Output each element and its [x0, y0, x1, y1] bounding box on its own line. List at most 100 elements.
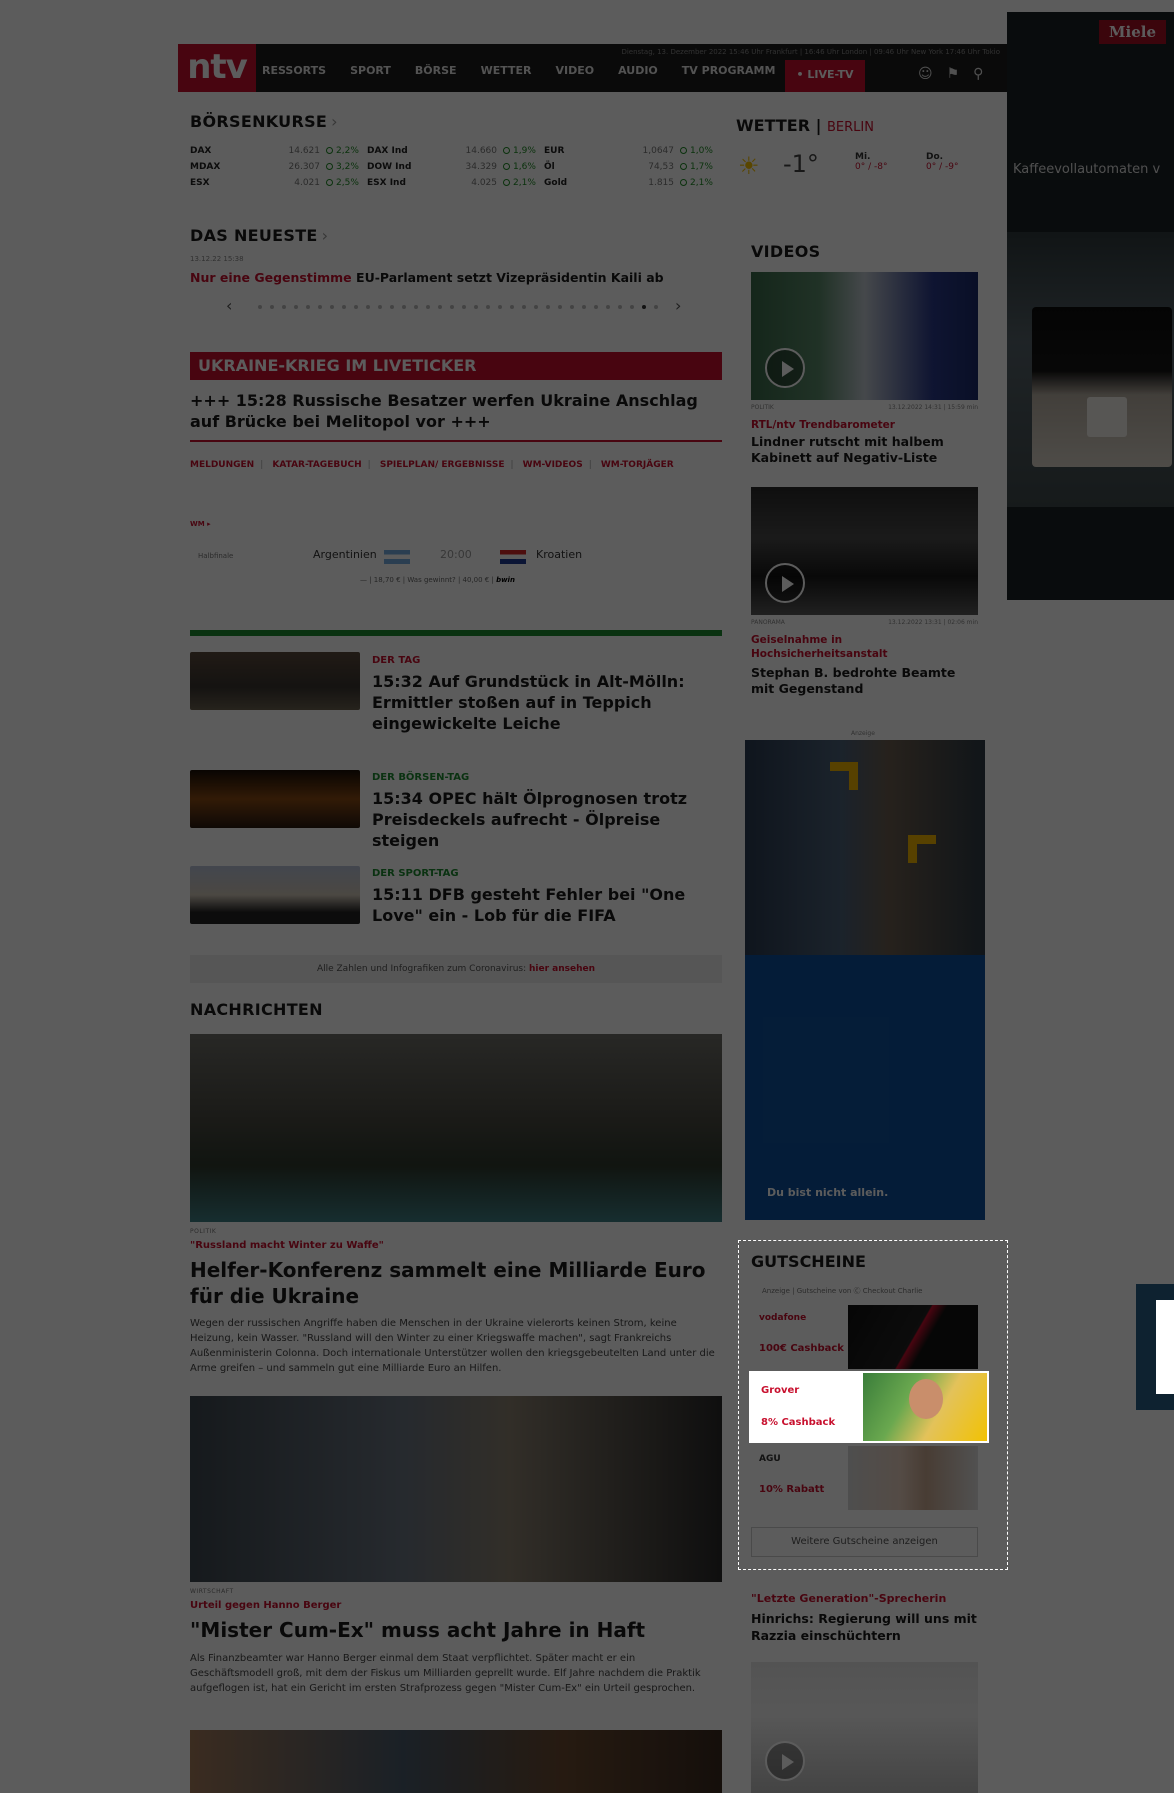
article-title[interactable]: Hinrichs: Regierung will uns mit Razzia … — [751, 1610, 978, 1644]
search-icon[interactable]: ⚲ — [973, 66, 983, 82]
nav-menu: RESSORTS SPORT BÖRSE WETTER VIDEO AUDIO … — [262, 64, 799, 77]
match-stage: Halbfinale — [198, 552, 234, 560]
side-advertisement[interactable]: Miele Kaffeevollautomaten v — [1007, 12, 1174, 600]
stock-change: 2,1% — [513, 178, 536, 188]
bell-icon[interactable]: ⚑ — [947, 66, 960, 82]
stock-name[interactable]: MDAX — [190, 162, 268, 172]
stock-name[interactable]: EUR — [544, 146, 622, 156]
teaser-image[interactable] — [190, 770, 360, 828]
stock-name[interactable]: DAX — [190, 146, 268, 156]
stock-name[interactable]: ESX — [190, 178, 268, 188]
link-meldungen[interactable]: MELDUNGEN — [190, 460, 254, 470]
nav-item-tv-programm[interactable]: TV PROGRAMM — [682, 64, 776, 77]
bookie-logo: bwin — [496, 576, 515, 584]
video-thumbnail[interactable] — [751, 487, 978, 615]
teaser-kicker[interactable]: DER BÖRSEN-TAG — [372, 772, 469, 783]
ntv-logo[interactable]: ntv — [178, 44, 256, 92]
link-spielplan[interactable]: SPIELPLAN/ ERGEBNISSE — [380, 460, 505, 470]
teaser-kicker[interactable]: DER SPORT-TAG — [372, 868, 459, 879]
video-thumbnail[interactable] — [751, 1662, 978, 1793]
stock-row: MDAX 26.307 3,2% DOW Ind 34.329 1,6% Öl 74,53… — [190, 159, 721, 175]
video-title[interactable]: Lindner rutscht mit halbem Kabinett auf … — [751, 434, 978, 466]
neueste-heading[interactable]: DAS NEUESTE › — [190, 226, 328, 245]
match-widget[interactable]: Halbfinale Argentinien 20:00 Kroatien — [190, 548, 722, 570]
teaser-image[interactable] — [190, 652, 360, 710]
nav-item-video[interactable]: VIDEO — [555, 64, 594, 77]
article-image[interactable] — [190, 1730, 722, 1793]
nav-item-sport[interactable]: SPORT — [350, 64, 391, 77]
teaser-title[interactable]: 15:11 DFB gesteht Fehler bei "One Love" … — [372, 884, 707, 926]
corona-link[interactable]: hier ansehen — [529, 964, 595, 974]
tooltip-popup-edge — [1136, 1284, 1174, 1410]
stock-value: 26.307 — [288, 162, 321, 172]
stock-row: ESX 4.021 2,5% ESX Ind 4.025 2,1% Gold 1.815 2… — [190, 175, 721, 191]
stock-value: 1,0647 — [642, 146, 675, 156]
article-kicker[interactable]: Urteil gegen Hanno Berger — [190, 1600, 341, 1611]
stock-name[interactable]: Gold — [544, 178, 622, 188]
nav-item-ressorts[interactable]: RESSORTS — [262, 64, 326, 77]
trend-up-icon — [326, 147, 333, 154]
video-thumbnail[interactable] — [751, 272, 978, 400]
stock-change: 1,0% — [690, 146, 713, 156]
nav-item-audio[interactable]: AUDIO — [618, 64, 658, 77]
teaser-title[interactable]: 15:34 OPEC hält Ölprognosen trotz Preisd… — [372, 788, 707, 851]
news-timestamp: 13.12.22 15:38 — [190, 255, 244, 263]
stock-name[interactable]: DOW Ind — [367, 162, 445, 172]
article-title[interactable]: Helfer-Konferenz sammelt eine Milliarde … — [190, 1257, 722, 1309]
stock-change: 2,1% — [690, 178, 713, 188]
link-katar-tagebuch[interactable]: KATAR-TAGEBUCH — [272, 460, 361, 470]
stock-name[interactable]: ESX Ind — [367, 178, 445, 188]
wm-label[interactable]: WM ▸ — [190, 520, 211, 528]
betting-odds[interactable]: — | 18,70 € | Was gewinnt? | 40,00 € | b… — [360, 576, 515, 584]
article-title[interactable]: "Mister Cum-Ex" muss acht Jahre in Haft — [190, 1617, 722, 1643]
trend-up-icon — [503, 163, 510, 170]
user-icon[interactable]: ☺ — [918, 66, 933, 82]
forecast-day-label: Do. — [926, 152, 944, 162]
play-icon[interactable] — [765, 348, 805, 388]
advertisement-banner[interactable]: Du bist nicht allein. — [745, 740, 985, 1220]
teaser-image[interactable] — [190, 866, 360, 924]
wetter-heading[interactable]: WETTER | BERLIN — [736, 116, 874, 135]
article-kicker[interactable]: "Russland macht Winter zu Waffe" — [190, 1240, 384, 1251]
stock-row: DAX 14.621 2,2% DAX Ind 14.660 1,9% EUR 1,064… — [190, 143, 721, 159]
chevron-right-icon[interactable]: › — [675, 296, 681, 315]
stock-change: 1,9% — [513, 146, 536, 156]
ukraine-liveticker-bar[interactable]: UKRAINE-KRIEG IM LIVETICKER — [190, 352, 722, 380]
trend-up-icon — [680, 147, 687, 154]
video-meta: PANORAMA 13.12.2022 13:31 | 02:06 min — [751, 619, 978, 626]
divider-green — [190, 630, 722, 636]
latest-news-headline: EU-Parlament setzt Vizepräsidentin Kaili… — [356, 270, 664, 285]
stock-name[interactable]: DAX Ind — [367, 146, 445, 156]
article-image[interactable] — [190, 1034, 722, 1222]
voucher-card-highlighted[interactable]: Grover 8% Cashback — [749, 1371, 989, 1443]
ukraine-liveticker-headline[interactable]: +++ 15:28 Russische Besatzer werfen Ukra… — [190, 390, 710, 432]
neueste-title: DAS NEUESTE — [190, 226, 318, 245]
nav-item-wetter[interactable]: WETTER — [481, 64, 532, 77]
video-kicker[interactable]: Geiselnahme in Hochsicherheitsanstalt — [751, 633, 978, 661]
video-date: 13.12.2022 13:31 | 02:06 min — [888, 619, 978, 626]
play-icon[interactable] — [765, 1741, 805, 1781]
article-kicker[interactable]: "Letzte Generation"-Sprecherin — [751, 1592, 946, 1605]
teaser-kicker[interactable]: DER TAG — [372, 655, 420, 666]
stock-value: 14.621 — [288, 146, 321, 156]
nav-item-boerse[interactable]: BÖRSE — [415, 64, 457, 77]
stock-name[interactable]: Öl — [544, 162, 622, 172]
teaser-title[interactable]: 15:32 Auf Grundstück in Alt-Mölln: Ermit… — [372, 671, 707, 734]
chevron-right-icon: › — [321, 226, 329, 245]
ad-brand-logo: Miele — [1098, 20, 1166, 44]
latest-news-kicker: Nur eine Gegenstimme — [190, 270, 352, 285]
boersenkurse-heading[interactable]: BÖRSENKURSE › — [190, 112, 338, 131]
article-image[interactable] — [190, 1396, 722, 1582]
video-title[interactable]: Stephan B. bedrohte Beamte mit Gegenstan… — [751, 665, 978, 697]
play-icon[interactable] — [765, 563, 805, 603]
latest-news-link[interactable]: Nur eine Gegenstimme EU-Parlament setzt … — [190, 270, 664, 285]
ad-label: Anzeige — [851, 730, 875, 737]
video-kicker[interactable]: RTL/ntv Trendbarometer — [751, 418, 978, 432]
chevron-left-icon[interactable]: ‹ — [226, 296, 232, 315]
wetter-city: BERLIN — [827, 120, 874, 135]
live-tv-button[interactable]: • LIVE-TV — [785, 60, 865, 92]
videos-heading[interactable]: VIDEOS — [751, 242, 820, 261]
video-date: 13.12.2022 14:31 | 15:59 min — [888, 404, 978, 411]
link-wm-torjaeger[interactable]: WM-TORJÄGER — [601, 460, 674, 470]
link-wm-videos[interactable]: WM-VIDEOS — [523, 460, 583, 470]
